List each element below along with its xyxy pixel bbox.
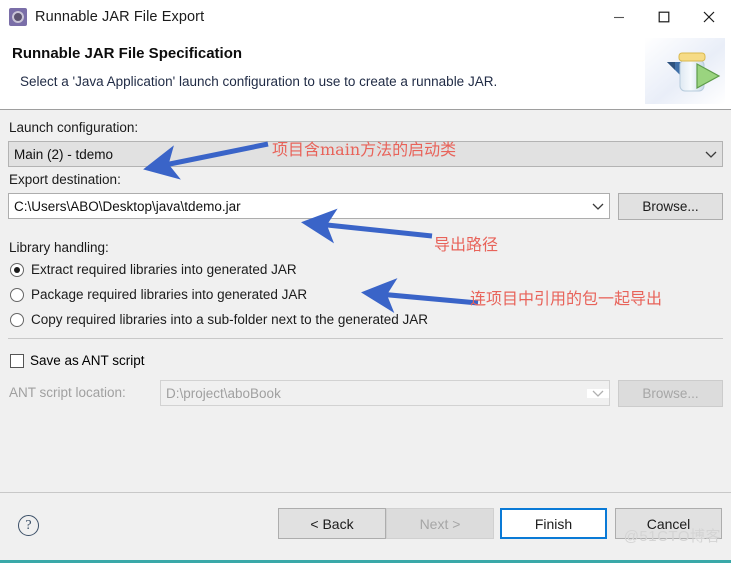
jar-export-icon bbox=[9, 8, 27, 26]
radio-indicator-copy[interactable] bbox=[10, 312, 24, 327]
ant-script-browse-button: Browse... bbox=[618, 380, 723, 407]
section-divider bbox=[8, 338, 723, 339]
help-question-icon[interactable]: ? bbox=[18, 515, 39, 536]
extract-libraries-label: Extract required libraries into generate… bbox=[31, 262, 297, 277]
copy-libraries-radio[interactable]: Copy required libraries into a sub-folde… bbox=[10, 312, 428, 327]
window-title: Runnable JAR File Export bbox=[35, 9, 205, 25]
package-libraries-radio[interactable]: Package required libraries into generate… bbox=[10, 287, 307, 302]
back-button[interactable]: < Back bbox=[278, 508, 386, 539]
launch-configuration-label: Launch configuration: bbox=[9, 120, 139, 135]
chevron-down-icon[interactable] bbox=[587, 388, 609, 398]
title-bar: Runnable JAR File Export bbox=[0, 0, 731, 34]
window-controls bbox=[596, 0, 731, 34]
save-ant-script-checkbox[interactable] bbox=[10, 353, 24, 368]
jar-with-green-arrow-icon bbox=[645, 38, 725, 104]
launch-configuration-value: Main (2) - tdemo bbox=[14, 146, 114, 162]
export-destination-browse-button[interactable]: Browse... bbox=[618, 193, 723, 220]
dialog-footer: ? < Back Next > Finish Cancel @51CTO博客 bbox=[0, 492, 731, 560]
maximize-icon[interactable] bbox=[641, 0, 686, 34]
page-title: Runnable JAR File Specification bbox=[12, 45, 243, 62]
launch-configuration-combo[interactable]: Main (2) - tdemo bbox=[8, 141, 723, 167]
package-libraries-label: Package required libraries into generate… bbox=[31, 287, 308, 302]
close-icon[interactable] bbox=[686, 0, 731, 34]
next-button: Next > bbox=[386, 508, 494, 539]
ant-script-location-label: ANT script location: bbox=[9, 385, 126, 400]
watermark: @51CTO博客 bbox=[623, 528, 721, 545]
chevron-down-icon[interactable] bbox=[700, 150, 722, 159]
library-handling-label: Library handling: bbox=[9, 240, 109, 255]
dialog-header: Runnable JAR File Specification Select a… bbox=[0, 34, 731, 110]
save-ant-script-label: Save as ANT script bbox=[30, 353, 145, 368]
ant-script-location-value: D:\project\aboBook bbox=[166, 385, 281, 401]
save-ant-script-checkbox-row[interactable]: Save as ANT script bbox=[10, 353, 145, 368]
ant-script-location-textbox[interactable]: D:\project\aboBook bbox=[160, 380, 610, 406]
chevron-down-icon[interactable] bbox=[587, 201, 609, 211]
export-destination-value: C:\Users\ABO\Desktop\java\tdemo.jar bbox=[14, 198, 241, 214]
radio-indicator-package[interactable] bbox=[10, 287, 24, 302]
finish-button[interactable]: Finish bbox=[500, 508, 607, 539]
export-destination-label: Export destination: bbox=[9, 172, 121, 187]
radio-indicator-extract[interactable] bbox=[10, 262, 24, 277]
runnable-jar-export-dialog: Runnable JAR File Export Runnable JAR Fi… bbox=[0, 0, 731, 563]
dialog-body: Launch configuration: Main (2) - tdemo E… bbox=[0, 110, 731, 492]
export-destination-textbox[interactable]: C:\Users\ABO\Desktop\java\tdemo.jar bbox=[8, 193, 610, 219]
minimize-icon[interactable] bbox=[596, 0, 641, 34]
extract-libraries-radio[interactable]: Extract required libraries into generate… bbox=[10, 262, 297, 277]
page-description: Select a 'Java Application' launch confi… bbox=[20, 74, 498, 89]
copy-libraries-label: Copy required libraries into a sub-folde… bbox=[31, 312, 428, 327]
